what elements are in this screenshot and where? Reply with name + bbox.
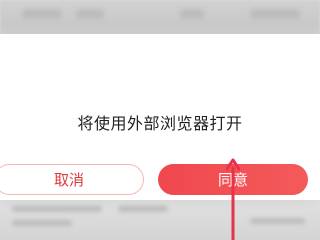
cancel-button[interactable]: 取消 [0,164,144,195]
blurred-background-content [0,196,320,240]
dialog-message: 将使用外部浏览器打开 [77,114,243,133]
screen: 将使用外部浏览器打开 取消 同意 [0,0,320,240]
external-browser-dialog: 将使用外部浏览器打开 取消 同意 [0,34,320,200]
up-arrow-icon [226,158,240,240]
